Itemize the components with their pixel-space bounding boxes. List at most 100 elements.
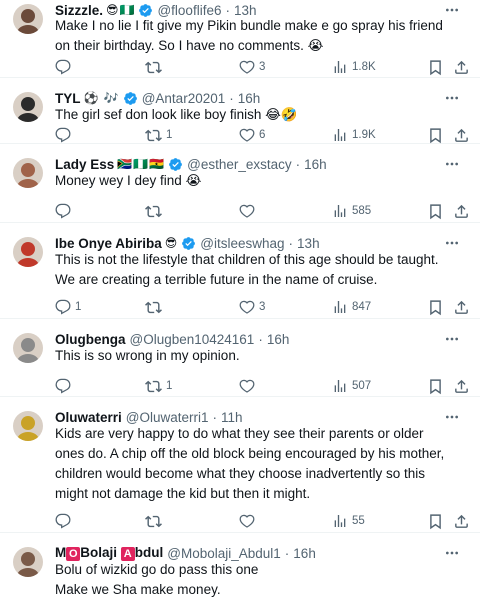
timestamp[interactable]: 16h (267, 332, 290, 347)
share-button[interactable] (453, 378, 470, 395)
reply-button[interactable] (55, 203, 75, 219)
user-handle[interactable]: @Antar20201 (142, 91, 226, 106)
like-button[interactable] (239, 203, 259, 219)
views-button[interactable]: 585 (332, 203, 371, 219)
tweet[interactable]: M O Bolaji Abdul @Mobolaji_Abdul1 · 16h Bolu o… (0, 533, 480, 599)
views-count: 1.8K (352, 61, 376, 73)
views-button[interactable]: 507 (332, 378, 371, 394)
display-name[interactable]: Ibe Onye Abiriba (55, 236, 162, 251)
more-options-icon[interactable] (442, 90, 462, 106)
more-options-icon[interactable] (442, 545, 462, 561)
separator-dot: · (258, 331, 263, 347)
bookmark-button[interactable] (427, 203, 444, 220)
tweet[interactable]: Olugbenga @Olugben10424161 · 16h This is so … (0, 319, 480, 397)
bookmark-icon (427, 203, 444, 220)
user-handle[interactable]: @Oluwaterri1 (126, 410, 209, 425)
tweet[interactable]: Sizzzle. 😎🇳🇬 @flooflife6 · 13h Make I no lie … (0, 0, 480, 78)
verified-badge-icon (168, 157, 183, 172)
avatar[interactable] (13, 333, 43, 363)
display-name[interactable]: M O Bolaji Abdul (55, 545, 163, 561)
reply-button[interactable]: 1 (55, 299, 81, 315)
tweet[interactable]: Oluwaterri @Oluwaterri1 · 11h Kids are very … (0, 397, 480, 533)
more-options-icon[interactable] (442, 409, 462, 425)
like-button[interactable]: 3 (239, 59, 265, 75)
retweet-count: 1 (166, 129, 173, 141)
reply-button[interactable] (55, 127, 75, 143)
share-button[interactable] (453, 513, 470, 530)
share-icon (453, 299, 470, 316)
tweet[interactable]: Lady Ess 🇿🇦🇳🇬🇬🇭 @esther_exstacy · 16h Money w… (0, 144, 480, 223)
views-icon (332, 378, 348, 394)
share-button[interactable] (453, 127, 470, 144)
separator-dot: · (288, 235, 294, 251)
display-name[interactable]: TYL (55, 91, 81, 106)
timestamp[interactable]: 13h (297, 236, 320, 251)
bookmark-button[interactable] (427, 513, 444, 530)
display-name[interactable]: Oluwaterri (55, 410, 122, 425)
more-options-icon[interactable] (442, 156, 462, 172)
more-options-icon[interactable] (442, 235, 462, 251)
name-emoji: 😎🇳🇬 (106, 3, 136, 17)
like-icon (239, 513, 255, 529)
share-button[interactable] (453, 299, 470, 316)
user-handle[interactable]: @itsleeswhag (200, 236, 284, 251)
bookmark-icon (427, 378, 444, 395)
retweet-icon (145, 513, 162, 530)
retweet-button[interactable]: 1 (145, 127, 172, 144)
tweet-text: Money wey I dey find 😭 (55, 173, 202, 188)
avatar[interactable] (13, 158, 43, 188)
timestamp[interactable]: 16h (304, 157, 327, 172)
user-handle[interactable]: @esther_exstacy (187, 157, 292, 172)
views-button[interactable]: 1.8K (332, 59, 376, 75)
reply-icon (55, 59, 71, 75)
avatar[interactable] (13, 237, 43, 267)
display-name-part: M (55, 545, 67, 560)
bookmark-icon (427, 127, 444, 144)
timestamp[interactable]: 16h (238, 91, 261, 106)
more-options-icon[interactable] (442, 331, 462, 347)
reply-icon (55, 127, 71, 143)
separator-dot: · (295, 156, 301, 172)
share-button[interactable] (453, 203, 470, 220)
retweet-button[interactable] (145, 203, 166, 220)
tweet-actions: 3 1.8K (55, 57, 470, 77)
retweet-button[interactable] (145, 513, 166, 530)
avatar[interactable] (13, 92, 43, 122)
views-button[interactable]: 847 (332, 299, 371, 315)
views-button[interactable]: 1.9K (332, 127, 376, 143)
retweet-button[interactable] (145, 59, 166, 76)
like-button[interactable]: 3 (239, 299, 265, 315)
timestamp[interactable]: 11h (221, 410, 243, 425)
bookmark-button[interactable] (427, 299, 444, 316)
avatar[interactable] (13, 547, 43, 577)
bookmark-button[interactable] (427, 59, 444, 76)
tweet-actions: 1 507 (55, 376, 470, 396)
timestamp[interactable]: 16h (293, 546, 316, 561)
like-icon (239, 299, 255, 315)
display-name[interactable]: Olugbenga (55, 332, 126, 347)
avatar[interactable] (13, 4, 43, 34)
retweet-button[interactable] (145, 299, 166, 316)
tweet-text: Kids are very happy to do what they see … (55, 426, 445, 501)
views-count: 55 (352, 515, 365, 527)
retweet-icon (145, 59, 162, 76)
reply-icon (55, 203, 71, 219)
user-handle[interactable]: @Olugben10424161 (130, 332, 255, 347)
reply-button[interactable] (55, 513, 75, 529)
tweet[interactable]: Ibe Onye Abiriba 😎 @itsleeswhag · 13h This is… (0, 223, 480, 319)
tweet[interactable]: TYL ⚽ 🎶 @Antar20201 · 16h The girl sef don lo… (0, 78, 480, 144)
display-name[interactable]: Lady Ess (55, 157, 114, 172)
user-handle[interactable]: @Mobolaji_Abdul1 (167, 546, 281, 561)
bookmark-button[interactable] (427, 378, 444, 395)
retweet-button[interactable]: 1 (145, 378, 172, 395)
display-name-part: Bolaji (80, 545, 121, 560)
share-button[interactable] (453, 59, 470, 76)
views-button[interactable]: 55 (332, 513, 365, 529)
reply-button[interactable] (55, 59, 75, 75)
like-button[interactable] (239, 513, 259, 529)
bookmark-button[interactable] (427, 127, 444, 144)
reply-button[interactable] (55, 378, 75, 394)
like-button[interactable]: 6 (239, 127, 265, 143)
like-button[interactable] (239, 378, 259, 394)
avatar[interactable] (13, 411, 43, 441)
